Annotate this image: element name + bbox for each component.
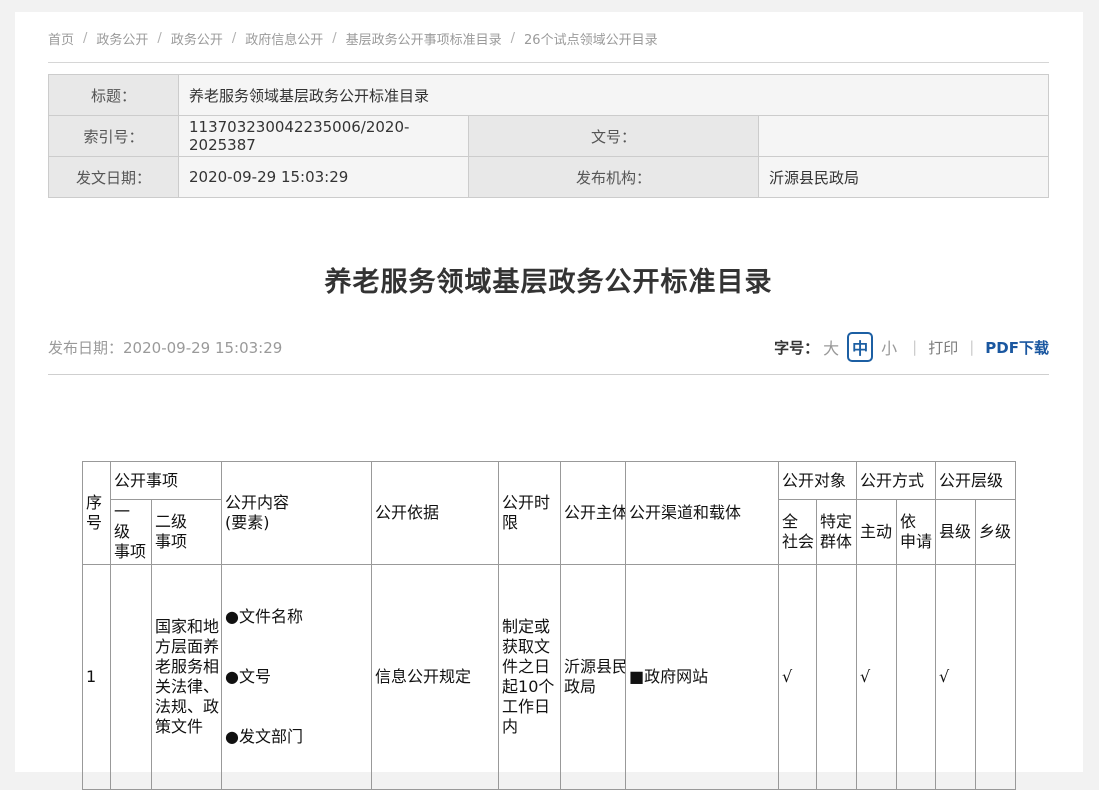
content-item: ●文件名称 [225,607,369,627]
controls-separator: | [912,338,917,356]
meta-index-value: 113703230042235006/2020-2025387 [179,116,469,157]
breadcrumb-zhengwu-2[interactable]: 政务公开 [171,29,223,48]
meta-agency-label: 发布机构： [469,157,759,198]
meta-title-label: 标题： [49,75,179,116]
page-title: 养老服务领域基层政务公开标准目录 [48,268,1049,298]
cell-level1 [111,565,152,790]
breadcrumb-separator: / [83,31,87,46]
dot-bullet-icon: ● [225,727,239,746]
header-level1: 一 级 事项 [111,500,152,565]
cell-seq: 1 [83,565,111,790]
cell-level2: 国家和地 方层面养 老服务相 关法律、 法规、政 策文件 [152,565,222,790]
font-size-medium-button[interactable]: 中 [847,332,873,362]
cell-on-request [897,565,936,790]
breadcrumb-standard-catalog[interactable]: 基层政务公开事项标准目录 [346,29,502,48]
header-all-society: 全 社会 [779,500,817,565]
publish-date-value: 2020-09-29 15:03:29 [123,339,282,357]
header-specific-group: 特定 群体 [817,500,857,565]
article-info-row: 发布日期：2020-09-29 15:03:29 字号： 大 中 小 | 打印 … [48,332,1049,362]
breadcrumb-gov-info[interactable]: 政府信息公开 [245,29,323,48]
cell-channel: ■政府网站 [626,565,779,790]
article-controls: 字号： 大 中 小 | 打印 | PDF下载 [774,332,1049,362]
cell-township [976,565,1016,790]
meta-index-label: 索引号： [49,116,179,157]
breadcrumb-separator: / [332,31,336,46]
catalog-header-row-1: 序 号 公开事项 公开内容 (要素) 公开依据 公开时 限 公开主体 公开渠道和… [83,462,1016,500]
breadcrumb-separator: / [511,31,515,46]
meta-row-date: 发文日期： 2020-09-29 15:03:29 发布机构： 沂源县民政局 [49,157,1049,198]
table-row: 1 国家和地 方层面养 老服务相 关法律、 法规、政 策文件 ●文件名称 ●文号… [83,565,1016,790]
meta-docnum-label: 文号： [469,116,759,157]
breadcrumb-separator: / [232,31,236,46]
publish-date-label: 发布日期： [48,339,123,357]
print-button[interactable]: 打印 [928,337,958,358]
article-divider [48,374,1049,375]
meta-row-index: 索引号： 113703230042235006/2020-2025387 文号： [49,116,1049,157]
cell-specific-group [817,565,857,790]
dot-bullet-icon: ● [225,667,239,686]
cell-all-society: √ [779,565,817,790]
font-size-large-button[interactable]: 大 [823,335,839,359]
cell-subject: 沂源县民 政局 [561,565,626,790]
meta-row-title: 标题： 养老服务领域基层政务公开标准目录 [49,75,1049,116]
meta-agency-value: 沂源县民政局 [759,157,1049,198]
cell-proactive: √ [857,565,897,790]
pdf-download-button[interactable]: PDF下载 [985,337,1049,358]
catalog-table: 序 号 公开事项 公开内容 (要素) 公开依据 公开时 限 公开主体 公开渠道和… [82,461,1016,790]
document-meta-table: 标题： 养老服务领域基层政务公开标准目录 索引号： 11370323004223… [48,74,1049,198]
header-method: 公开方式 [857,462,936,500]
header-county: 县级 [936,500,976,565]
header-target: 公开对象 [779,462,857,500]
content-panel: 首页 / 政务公开 / 政务公开 / 政府信息公开 / 基层政务公开事项标准目录… [15,12,1083,772]
cell-county: √ [936,565,976,790]
breadcrumb-zhengwu-1[interactable]: 政务公开 [96,29,148,48]
meta-date-label: 发文日期： [49,157,179,198]
header-level2: 二级 事项 [152,500,222,565]
square-bullet-icon: ■ [629,667,644,686]
font-size-label: 字号： [774,337,819,358]
breadcrumb: 首页 / 政务公开 / 政务公开 / 政府信息公开 / 基层政务公开事项标准目录… [48,12,1049,48]
meta-docnum-value [759,116,1049,157]
cell-basis: 信息公开规定 [372,565,499,790]
header-content: 公开内容 (要素) [222,462,372,565]
breadcrumb-pilot-catalog[interactable]: 26个试点领域公开目录 [524,29,658,48]
cell-time-limit: 制定或 获取文 件之日 起10个 工作日 内 [499,565,561,790]
header-seq: 序 号 [83,462,111,565]
header-proactive: 主动 [857,500,897,565]
header-matters: 公开事项 [111,462,222,500]
header-time-limit: 公开时 限 [499,462,561,565]
meta-title-value: 养老服务领域基层政务公开标准目录 [179,75,1049,116]
content-item: ●文号 [225,667,369,687]
cell-content: ●文件名称 ●文号 ●发文部门 [222,565,372,790]
dot-bullet-icon: ● [225,607,239,626]
content-item: ●发文部门 [225,727,369,747]
meta-date-value: 2020-09-29 15:03:29 [179,157,469,198]
breadcrumb-separator: / [157,31,161,46]
font-size-small-button[interactable]: 小 [881,335,897,359]
header-on-request: 依 申请 [897,500,936,565]
controls-separator: | [969,338,974,356]
breadcrumb-home[interactable]: 首页 [48,29,74,48]
header-level: 公开层级 [936,462,1016,500]
breadcrumb-divider [48,62,1049,63]
header-township: 乡级 [976,500,1016,565]
header-subject: 公开主体 [561,462,626,565]
header-channel: 公开渠道和载体 [626,462,779,565]
header-basis: 公开依据 [372,462,499,565]
publish-date: 发布日期：2020-09-29 15:03:29 [48,337,282,358]
